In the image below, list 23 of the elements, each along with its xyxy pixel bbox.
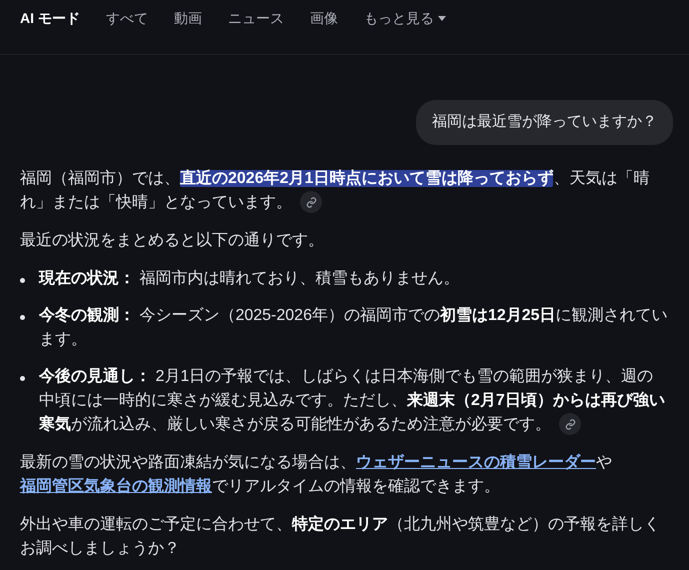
text-link[interactable]: ウェザーニュースの積雪レーダー (356, 454, 596, 470)
source-link-button[interactable] (300, 191, 322, 214)
answer-paragraph: 最新の雪の状況や路面凍結が気になる場合は、ウェザーニュースの積雪レーダーや 福岡管区気象台の観測情報でリアルタイムの情報を確認できます。 (20, 452, 613, 496)
bullet-icon (20, 376, 25, 380)
bullet-text: 今冬の観測： 今シーズン（2025-2026年）の福岡市での初雪は12月25日 に観測されています。 (39, 305, 669, 350)
answer-paragraph: 外出や車の運転のご予定に合わせて、特定のエリア（北九州や筑豊など）の予報を詳しくお調べしましょうか？ (20, 514, 661, 558)
nav-tab[interactable]: AI モード (20, 8, 80, 28)
text-link[interactable]: 福岡管区気象台の観測情報 (20, 478, 212, 494)
source-link-button[interactable] (559, 413, 581, 436)
answer-paragraph: 最近の状況をまとめると以下の通りです。 (20, 230, 325, 250)
link-icon (306, 196, 316, 208)
bullet-text: 現在の状況： 福岡市内は晴れており、積雪もありません。 (39, 268, 460, 288)
link-icon (564, 418, 576, 430)
caret-icon (438, 16, 446, 20)
nav-tab[interactable]: ニュース (228, 8, 284, 28)
bullet-icon (20, 278, 25, 282)
nav-tab[interactable]: 画像 (310, 8, 338, 28)
question-bubble: 福岡は最近雪が降っていますか？ (416, 100, 673, 144)
bullet-text: 今後の見通し： 2月1日の予報では、しばらくは日本海側でも雪の範囲が狭まり、週の中頃には一時的に寒さが緩む見込みです。ただし、来週末（2月7日頃）からは再び強い寒気が流れ込み、厳しい寒さが戻る可能性があるため注意が必要です。 (39, 364, 669, 436)
bullet-icon (20, 314, 25, 320)
nav-tab[interactable]: 動画 (174, 8, 202, 28)
nav-tab[interactable]: もっと見る (364, 8, 446, 28)
nav-tab[interactable]: すべて (106, 8, 148, 28)
